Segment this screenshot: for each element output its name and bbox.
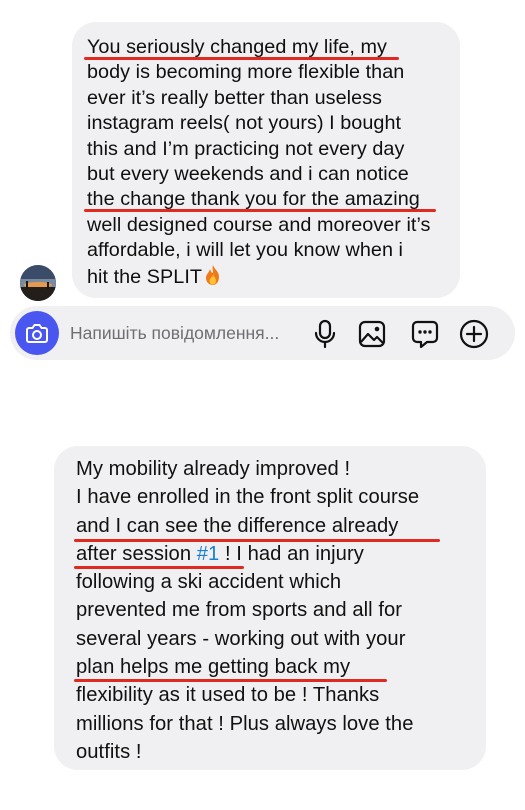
sticker-button[interactable] (410, 319, 440, 349)
highlight-underline (74, 566, 244, 569)
message-input[interactable] (70, 320, 310, 346)
message-line: prevented me from sports and all for (76, 599, 403, 622)
microphone-button[interactable] (310, 319, 340, 349)
camera-button[interactable] (15, 311, 59, 355)
message-line: body is becoming more flexible than (87, 61, 405, 84)
highlight-underline (84, 209, 436, 212)
highlight-underline (74, 539, 440, 542)
message-line: millions for that ! Plus always love the (76, 712, 414, 735)
camera-icon (26, 324, 48, 343)
message-line: following a ski accident which (76, 571, 342, 594)
avatar[interactable] (20, 265, 56, 301)
message-text: hit the SPLIT (87, 265, 203, 288)
hashtag-link[interactable]: #1 (197, 543, 220, 565)
message-text: after session (76, 542, 197, 565)
add-button[interactable] (459, 319, 489, 349)
message-line: after session #1 ! I had an injury (76, 540, 470, 568)
message-line: plan helps me getting back my (76, 656, 351, 679)
message-text: ! I had an injury (219, 542, 364, 565)
message-line-last: hit the SPLIT (87, 264, 444, 290)
message-line: ever it’s really better than useless (87, 86, 383, 109)
message-line: instagram reels( not yours) I bought (87, 112, 402, 135)
message-composer (10, 306, 515, 360)
add-icon (459, 319, 489, 349)
gallery-button[interactable] (357, 319, 387, 349)
message-bubble-2[interactable]: My mobility already improved ! I have en… (54, 446, 486, 770)
highlight-underline (84, 57, 399, 60)
microphone-icon (314, 319, 336, 349)
message-line: I have enrolled in the front split cours… (76, 486, 420, 509)
message-line: flexibility as it used to be ! Thanks (76, 684, 380, 707)
message-line: but every weekends and i can notice (87, 163, 409, 186)
highlight-underline (74, 679, 387, 682)
message-line: several years - working out with your (76, 627, 406, 650)
sticker-icon (411, 320, 439, 348)
message-line: and I can see the difference already (76, 514, 399, 537)
message-bubble-1[interactable]: You seriously changed my life, my body i… (72, 22, 460, 298)
message-line: My mobility already improved ! (76, 458, 351, 480)
gallery-icon (358, 320, 386, 348)
fire-icon (204, 264, 222, 286)
message-line: affordable, i will let you know when i (87, 239, 404, 262)
message-line: this and I’m practicing not every day (87, 137, 405, 160)
message-line: well designed course and moreover it’s (87, 213, 431, 236)
message-line: outfits ! (76, 740, 142, 763)
